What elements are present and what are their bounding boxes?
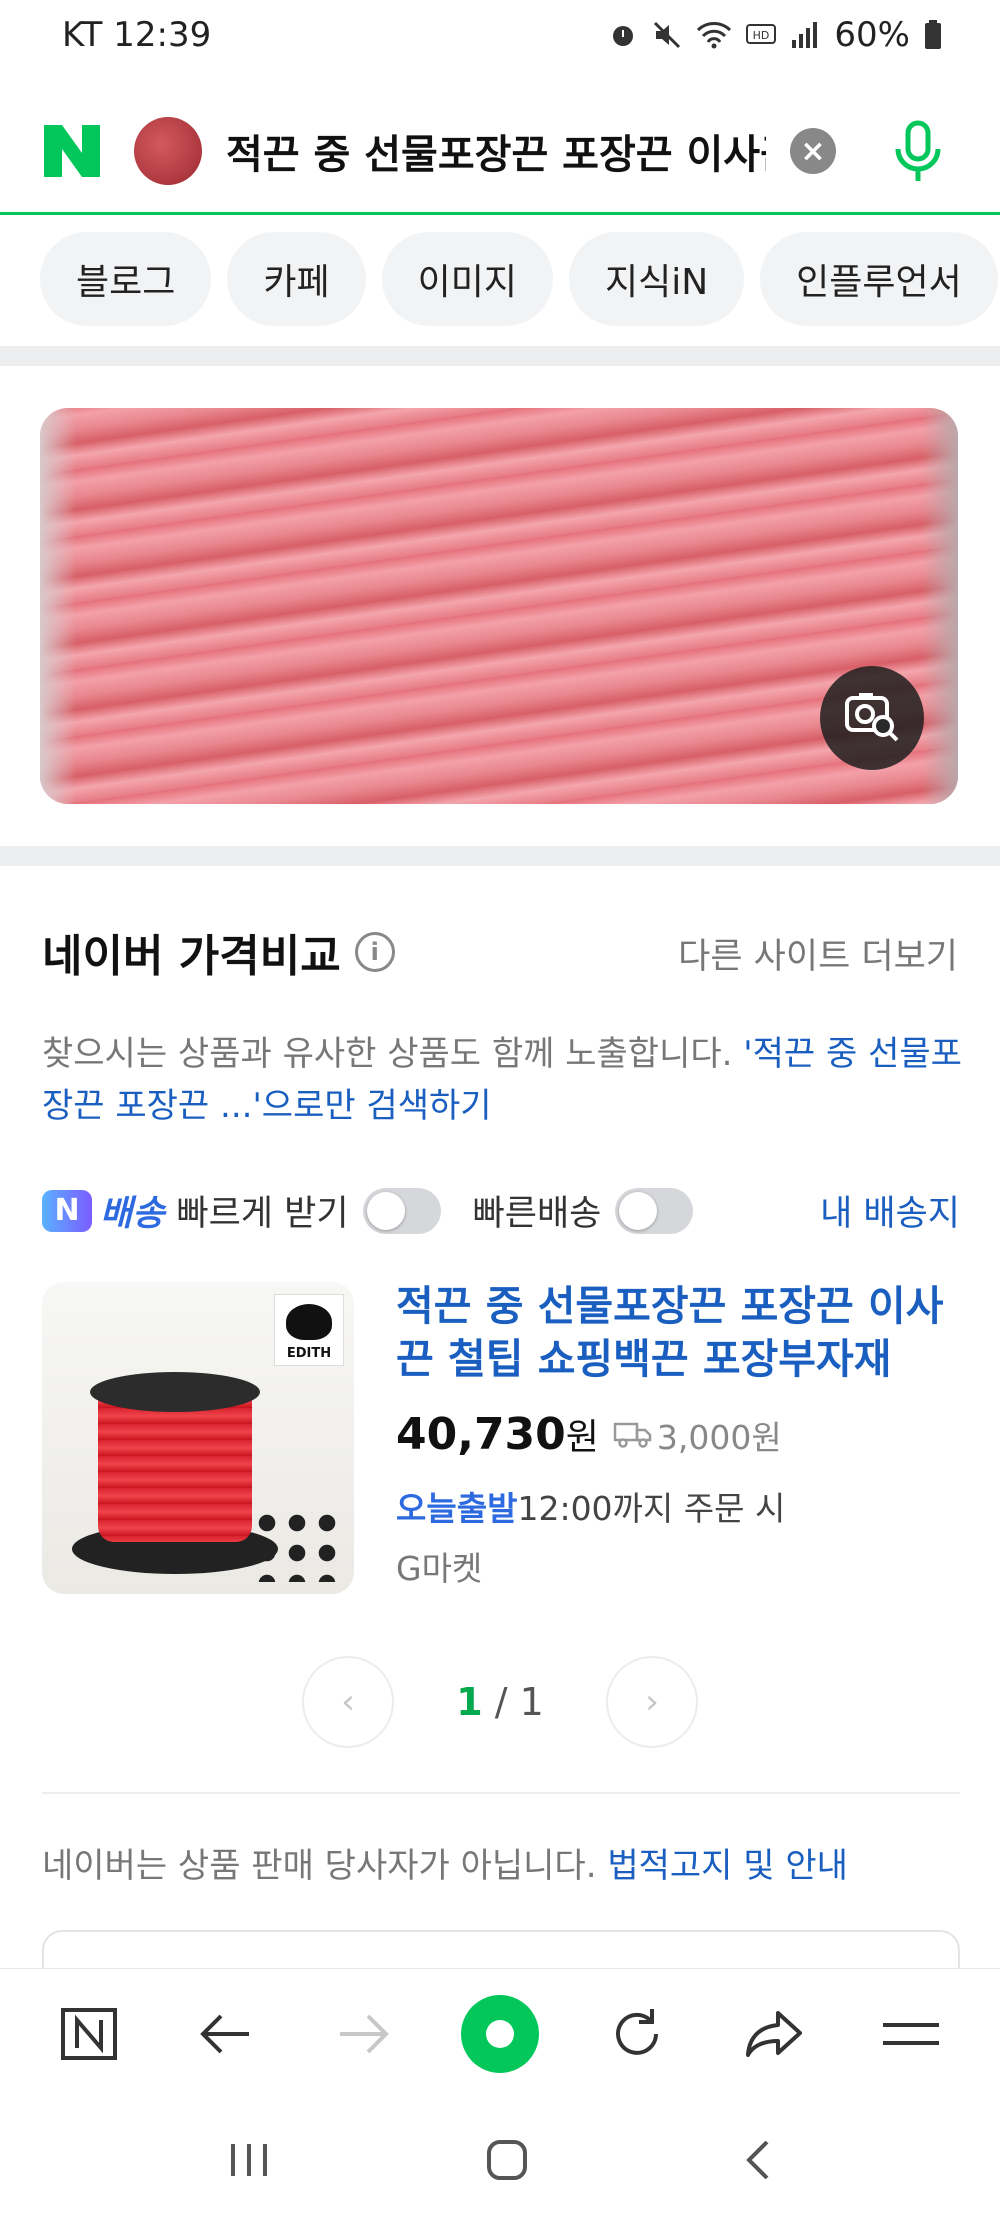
my-address-link[interactable]: 내 배송지 [820,1185,960,1236]
shipping-fee: 3,000원 [656,1418,782,1457]
currency-unit: 원 [565,1417,599,1458]
svg-text:HD: HD [753,29,770,42]
fast-receive-label: 빠르게 받기 [176,1194,349,1234]
system-navigation-bar [0,2098,1000,2222]
page-indicator: 1 / 1 [456,1680,544,1724]
product-price: 40,730 [396,1409,566,1460]
green-dot-button[interactable] [455,1989,545,2079]
green-dot-icon [460,1994,539,2073]
product-title-link[interactable]: 적끈 중 선물포장끈 포장끈 이사끈 철팁 쇼핑백끈 포장부자재 [396,1280,962,1386]
mini-rolls-image [252,1508,344,1582]
naver-logo-icon[interactable] [40,119,104,183]
menu-button[interactable] [866,1989,956,2079]
seller-name[interactable]: G마켓 [396,1542,482,1590]
chevron-left-icon: ‹ [341,1682,355,1722]
price-row: 40,730 원 3,000원 [396,1408,782,1460]
lens-search-button[interactable] [820,666,924,770]
alarm-icon [613,26,634,46]
search-category-tabs: 블로그 카페 이미지 지식iN 인플루언서 [40,232,998,326]
battery-icon [925,20,941,49]
wifi-icon [697,22,732,49]
brand-logo: EDITH [274,1294,344,1366]
similar-products-notice: 찾으시는 상품과 유사한 상품도 함께 노출합니다. '적끈 중 선물포장끈 포… [42,1034,962,1126]
delivery-truck-icon [613,1422,652,1448]
recent-apps-icon[interactable] [227,2140,271,2180]
more-sites-link[interactable]: 다른 사이트 더보기 [678,928,958,979]
browser-toolbar [0,1968,1000,2098]
forward-button[interactable] [318,1989,408,2079]
divider [42,1792,960,1794]
price-compare-title: 네이버 가격비교 i [42,920,395,984]
share-button[interactable] [729,1989,819,2079]
n-delivery-icon: N [42,1189,92,1232]
status-icons: HD 60% [608,15,942,55]
next-page-button[interactable]: › [606,1656,698,1748]
naver-n-icon [60,2007,117,2060]
share-arrow-icon [746,2010,803,2057]
arrow-left-icon [199,2014,249,2053]
refresh-button[interactable] [592,1989,682,2079]
tab-cafe[interactable]: 카페 [227,232,366,326]
home-icon[interactable] [485,2138,529,2182]
fast-delivery-label: 빠른배송 [472,1194,602,1234]
ribbon-spool-image [72,1372,278,1574]
tab-influencer[interactable]: 인플루언서 [760,232,998,326]
disclaimer: 네이버는 상품 판매 당사자가 아닙니다. 법적고지 및 안내 [42,1846,848,1886]
search-image-preview[interactable] [40,408,958,804]
arrow-right-icon [339,2014,389,2053]
fast-delivery-toggle[interactable] [615,1187,694,1234]
section-divider [0,346,1000,366]
chevron-right-icon: › [645,1682,659,1722]
tab-blog[interactable]: 블로그 [40,232,212,326]
voice-search-mic-icon[interactable] [890,119,946,183]
pagination: ‹ 1 / 1 › [0,1656,1000,1748]
mute-icon [654,21,681,49]
signal-icon [792,22,818,48]
prev-page-button[interactable]: ‹ [302,1656,394,1748]
image-search-thumbnail[interactable] [134,117,202,185]
search-header: 적끈 중 선물포장끈 포장끈 이사끈 철팁 쇼핑백끈 포장부자재 × [0,90,1000,215]
legal-notice-link[interactable]: 법적고지 및 안내 [607,1846,848,1886]
n-delivery-badge: N 배송 [42,1185,164,1236]
clear-search-button[interactable]: × [790,128,836,174]
product-thumbnail[interactable]: EDITH [42,1282,354,1594]
refresh-icon [616,2008,659,2055]
back-nav-icon[interactable] [743,2138,773,2182]
info-icon[interactable]: i [354,932,395,972]
close-icon: × [800,133,826,169]
lens-search-icon [845,693,899,742]
back-button[interactable] [181,1989,271,2079]
delivery-filter-row: N 배송 빠르게 받기 빠른배송 내 배송지 [42,1185,960,1236]
search-input[interactable]: 적끈 중 선물포장끈 포장끈 이사끈 철팁 쇼핑백끈 포장부자재 [226,122,766,180]
section-divider [0,846,1000,866]
battery-percent: 60% [834,15,910,55]
carrier-time: KT 12:39 [62,15,212,55]
naver-home-button[interactable] [44,1989,134,2079]
hd-icon: HD [746,24,777,44]
dispatch-info: 오늘출발12:00까지 주문 시 [396,1489,786,1528]
status-bar: KT 12:39 HD 60% [0,0,1000,70]
today-dispatch-badge: 오늘출발 [396,1489,518,1528]
fast-receive-toggle[interactable] [362,1187,441,1234]
orca-logo-icon [286,1304,332,1340]
tab-image[interactable]: 이미지 [381,232,553,326]
tab-kin[interactable]: 지식iN [569,232,745,326]
hamburger-menu-icon [883,2022,940,2045]
